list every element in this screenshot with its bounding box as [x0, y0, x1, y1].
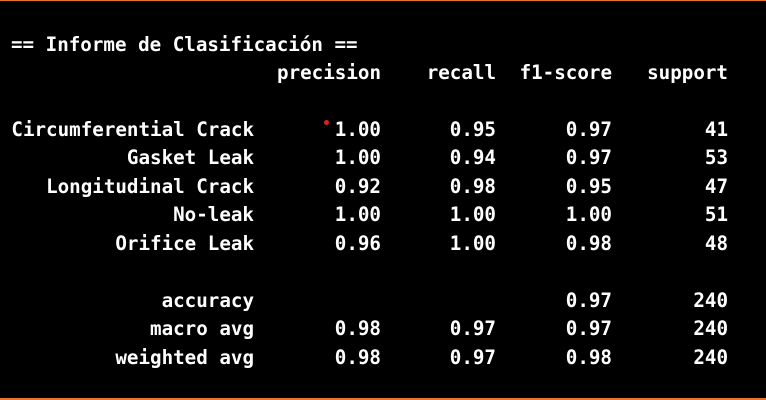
row-precision: 0.92 — [334, 175, 381, 198]
summary-precision: 0.98 — [334, 346, 381, 369]
summary-support: 240 — [693, 289, 728, 312]
summary-f1-score: 0.97 — [565, 317, 612, 340]
summary-label: accuracy — [161, 289, 254, 312]
summary-recall: 0.97 — [449, 317, 496, 340]
header-precision: precision — [277, 61, 381, 84]
row-label: Circumferential Crack — [11, 118, 254, 141]
row-precision: 1.00 — [334, 203, 381, 226]
header-f1-score: f1-score — [519, 61, 612, 84]
row-label: Gasket Leak — [126, 146, 254, 169]
row-recall: 0.94 — [449, 146, 496, 169]
summary-label: weighted avg — [115, 346, 254, 369]
summary-support: 240 — [693, 317, 728, 340]
row-f1-score: 0.98 — [565, 232, 612, 255]
row-support: 41 — [704, 118, 728, 141]
row-precision: 1.00 — [334, 146, 381, 169]
row-precision: 1.00 — [334, 118, 381, 141]
row-f1-score: 0.97 — [565, 118, 612, 141]
row-recall: 0.95 — [449, 118, 496, 141]
summary-precision: 0.98 — [334, 317, 381, 340]
row-support: 47 — [704, 175, 728, 198]
summary-label: macro avg — [150, 317, 254, 340]
row-recall: 1.00 — [449, 232, 496, 255]
summary-recall: 0.97 — [449, 346, 496, 369]
row-recall: 0.98 — [449, 175, 496, 198]
summary-f1-score: 0.98 — [565, 346, 612, 369]
row-f1-score: 0.95 — [565, 175, 612, 198]
row-recall: 1.00 — [449, 203, 496, 226]
row-precision: 0.96 — [334, 232, 381, 255]
summary-f1-score: 0.97 — [565, 289, 612, 312]
summary-support: 240 — [693, 346, 728, 369]
header-recall: recall — [426, 61, 496, 84]
cursor-dot — [324, 120, 329, 125]
row-support: 53 — [704, 146, 728, 169]
top-border — [0, 0, 766, 1]
row-label: Longitudinal Crack — [46, 175, 254, 198]
row-label: Orifice Leak — [115, 232, 254, 255]
row-f1-score: 0.97 — [565, 146, 612, 169]
report-title: == Informe de Clasificación == — [11, 33, 358, 56]
row-support: 48 — [704, 232, 728, 255]
header-support: support — [647, 61, 728, 84]
row-label: No-leak — [173, 203, 254, 226]
row-support: 51 — [704, 203, 728, 226]
row-f1-score: 1.00 — [565, 203, 612, 226]
